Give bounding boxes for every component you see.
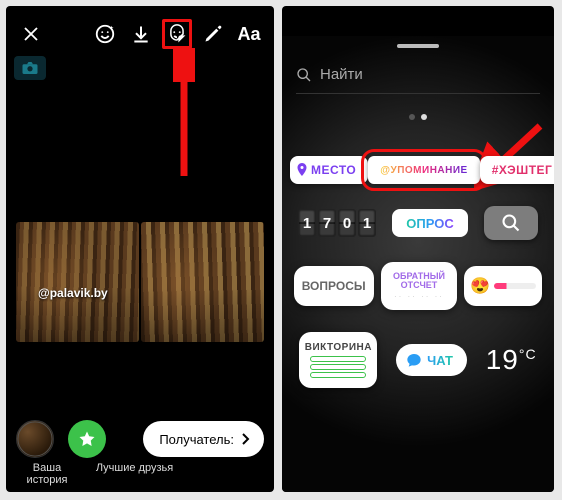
recipient-label: Получатель: bbox=[159, 432, 234, 447]
search-icon bbox=[501, 213, 521, 233]
download-icon bbox=[131, 24, 151, 44]
editor-toolbar: Aa bbox=[6, 6, 274, 52]
close-icon bbox=[22, 25, 40, 43]
mention-sticker-label: @УПОМИНАНИЕ bbox=[380, 165, 467, 176]
temperature-sticker[interactable]: 19°C bbox=[486, 344, 537, 376]
sticker-grid: МЕСТО @УПОМИНАНИЕ #ХЭШТЕГ 1 7 0 1 ОПРОС bbox=[290, 156, 546, 492]
annotation-arrow-up bbox=[173, 48, 195, 178]
chat-sticker-label: ЧАТ bbox=[427, 353, 453, 368]
questions-sticker-label: ВОПРОСЫ bbox=[302, 279, 366, 293]
media-image-1 bbox=[16, 222, 139, 342]
temperature-unit: °C bbox=[519, 346, 537, 362]
your-story-button[interactable] bbox=[16, 420, 54, 458]
quiz-sticker-label: ВИКТОРИНА bbox=[305, 342, 372, 353]
time-digit: 7 bbox=[318, 209, 336, 237]
camera-roll-thumbnail[interactable] bbox=[14, 56, 46, 80]
close-friends-label: Лучшие друзья bbox=[92, 462, 177, 486]
chat-bubble-icon bbox=[406, 352, 422, 368]
story-ring-icon bbox=[17, 420, 53, 458]
close-button[interactable] bbox=[16, 19, 46, 49]
countdown-sub: ·· ·· ·· ·· bbox=[394, 293, 444, 301]
story-media-preview[interactable] bbox=[16, 222, 264, 342]
time-sticker[interactable]: 1 7 0 1 bbox=[298, 209, 376, 237]
quiz-sticker[interactable]: ВИКТОРИНА bbox=[299, 332, 377, 388]
location-pin-icon bbox=[296, 163, 308, 177]
story-editor-screen: Aa @palavik.by Получатель: Ваша история bbox=[6, 6, 274, 492]
your-story-label: Ваша история bbox=[12, 462, 82, 486]
sticker-search[interactable]: Найти bbox=[296, 66, 540, 94]
hashtag-sticker-label: #ХЭШТЕГ bbox=[492, 163, 553, 177]
smile-sparkle-icon bbox=[94, 23, 116, 45]
recipient-button[interactable]: Получатель: bbox=[143, 421, 264, 457]
text-tool-button[interactable]: Aa bbox=[234, 19, 264, 49]
slider-track-icon bbox=[494, 283, 536, 289]
poll-sticker-label: ОПРОС bbox=[406, 216, 453, 231]
poll-sticker[interactable]: ОПРОС bbox=[392, 209, 467, 237]
close-friends-button[interactable] bbox=[68, 420, 106, 458]
mention-sticker[interactable]: @УПОМИНАНИЕ bbox=[368, 156, 479, 184]
gif-search-sticker[interactable] bbox=[484, 206, 538, 240]
sticker-button[interactable] bbox=[162, 19, 192, 49]
emoji-slider-sticker[interactable]: 😍 bbox=[464, 266, 542, 306]
countdown-sticker[interactable]: ОБРАТНЫЙ ОТСЧЕТ ·· ·· ·· ·· bbox=[381, 262, 457, 310]
share-bar-labels: Ваша история Лучшие друзья bbox=[10, 458, 270, 486]
camera-icon bbox=[21, 61, 39, 75]
location-sticker-label: МЕСТО bbox=[311, 163, 356, 177]
face-filter-button[interactable] bbox=[90, 19, 120, 49]
temperature-value: 19 bbox=[486, 344, 519, 376]
countdown-sticker-label: ОБРАТНЫЙ ОТСЧЕТ bbox=[381, 272, 457, 290]
chevron-right-icon bbox=[240, 433, 250, 445]
location-sticker[interactable]: МЕСТО bbox=[290, 156, 368, 184]
time-digit: 1 bbox=[358, 209, 376, 237]
media-mention-tag[interactable]: @palavik.by bbox=[38, 286, 108, 300]
heart-eyes-emoji-icon: 😍 bbox=[470, 276, 490, 296]
share-bar: Получатель: Ваша история Лучшие друзья bbox=[6, 414, 274, 492]
time-digit: 1 bbox=[298, 209, 316, 237]
search-placeholder: Найти bbox=[320, 66, 363, 83]
sticker-tray-screen: Найти МЕСТО @УПОМИНАНИЕ #ХЭШТЕГ bbox=[282, 6, 554, 492]
save-button[interactable] bbox=[126, 19, 156, 49]
hashtag-sticker[interactable]: #ХЭШТЕГ bbox=[480, 156, 554, 184]
drag-handle[interactable] bbox=[397, 44, 439, 48]
sticker-icon bbox=[166, 23, 188, 45]
sticker-sheet[interactable]: Найти МЕСТО @УПОМИНАНИЕ #ХЭШТЕГ bbox=[282, 36, 554, 492]
star-icon bbox=[78, 430, 96, 448]
draw-button[interactable] bbox=[198, 19, 228, 49]
draw-icon bbox=[203, 24, 223, 44]
media-image-2 bbox=[141, 222, 264, 342]
chat-sticker[interactable]: ЧАТ bbox=[396, 344, 467, 376]
search-icon bbox=[296, 67, 312, 83]
questions-sticker[interactable]: ВОПРОСЫ bbox=[294, 266, 374, 306]
quiz-options-icon bbox=[310, 356, 366, 378]
time-digit: 0 bbox=[338, 209, 356, 237]
page-indicator bbox=[409, 114, 427, 120]
